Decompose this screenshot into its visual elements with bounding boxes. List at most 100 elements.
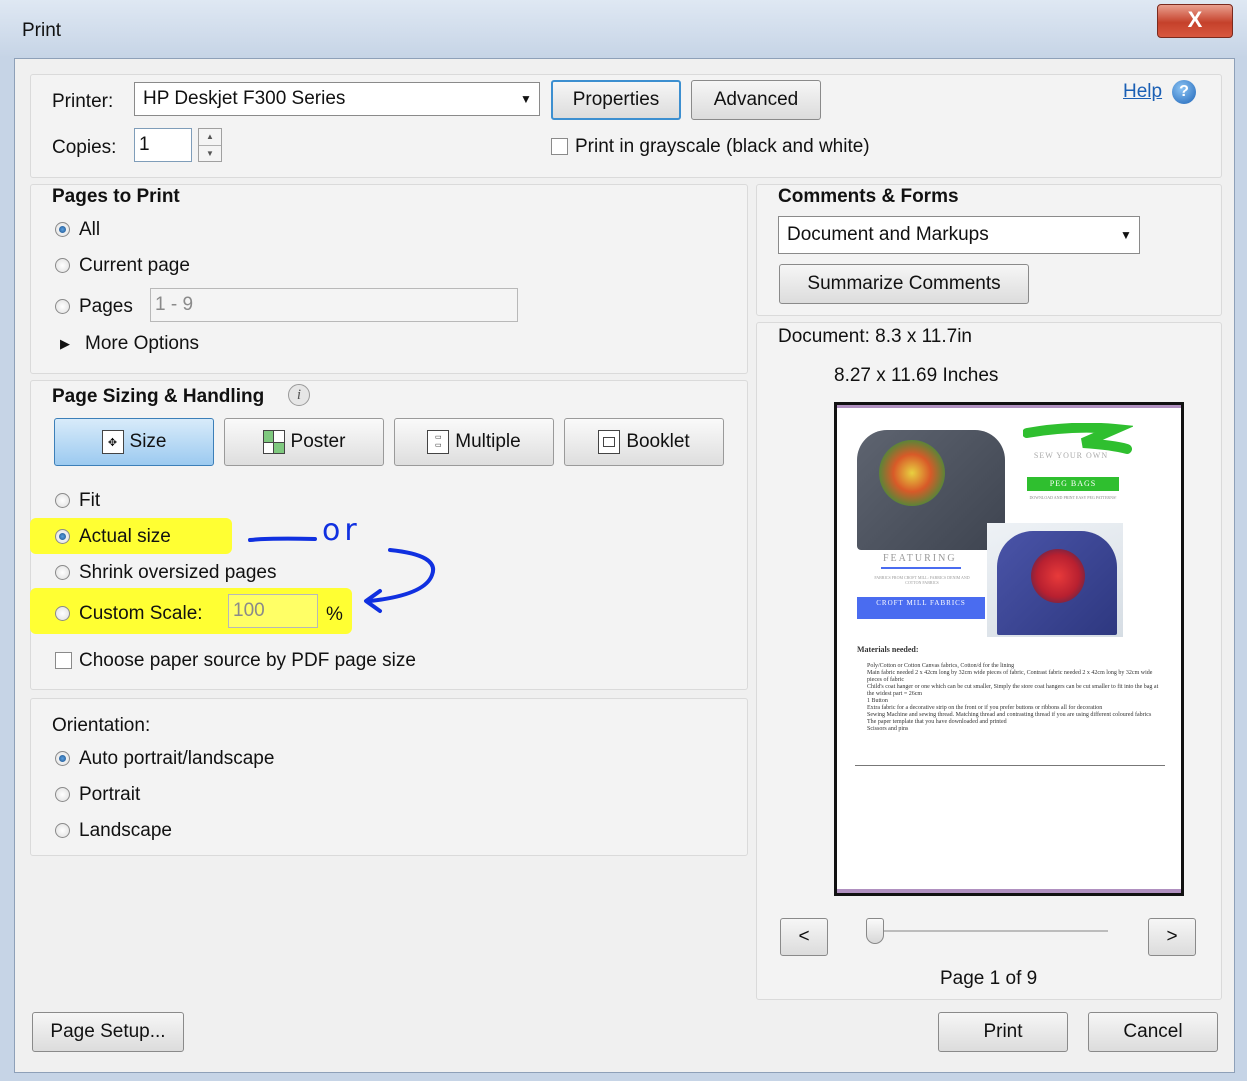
featuring-subtext: FABRICS FROM CROFT MILL: FABRICS DENIM A…: [874, 575, 970, 585]
pages-range-input[interactable]: 1 - 9: [150, 288, 518, 322]
poppy-circle: [1031, 549, 1085, 603]
expand-triangle-icon[interactable]: ▶: [60, 336, 70, 352]
radio-all-label: All: [79, 219, 101, 240]
copies-stepper[interactable]: ▲ ▼: [198, 128, 222, 162]
more-options-toggle[interactable]: More Options: [85, 333, 199, 355]
tab-booklet-label: Booklet: [626, 431, 690, 452]
copies-label: Copies:: [52, 137, 117, 158]
radio-custom-scale[interactable]: [55, 606, 70, 621]
window-frame-left: [0, 58, 14, 1081]
blue-bag-photo: [987, 523, 1123, 637]
list-item: 1 Button: [867, 698, 888, 704]
download-text: DOWNLOAD AND PRINT EASY PEG PATTERNS!: [1029, 495, 1117, 500]
advanced-button[interactable]: Advanced: [691, 80, 821, 120]
annotation-text: or: [322, 513, 361, 548]
title-bar: Print X: [0, 0, 1247, 58]
list-item: Poly/Cotton or Cotton Canvas fabrics, Co…: [867, 663, 1015, 669]
comments-forms-selected: Document and Markups: [787, 224, 989, 245]
preview-top-edge: [837, 405, 1181, 408]
radio-actual-size[interactable]: [55, 529, 70, 544]
tab-poster-label: Poster: [290, 431, 346, 452]
page-slider-thumb[interactable]: [866, 918, 884, 944]
document-size-label: Document: 8.3 x 11.7in: [778, 326, 972, 347]
prev-page-button[interactable]: <: [780, 918, 828, 956]
paper-size-label: 8.27 x 11.69 Inches: [834, 365, 999, 386]
radio-all[interactable]: [55, 222, 70, 237]
radio-portrait[interactable]: [55, 787, 70, 802]
page-slider-track[interactable]: [870, 930, 1108, 932]
croft-mill-banner: CROFT MILL FABRICS: [857, 597, 985, 619]
size-icon: ✥: [101, 430, 124, 454]
properties-button[interactable]: Properties: [551, 80, 681, 120]
grayscale-checkbox[interactable]: [551, 138, 568, 155]
tab-booklet[interactable]: Booklet: [564, 418, 724, 466]
paper-source-checkbox[interactable]: [55, 652, 72, 669]
page-preview: SEW YOUR OWN PEG BAGS DOWNLOAD AND PRINT…: [834, 402, 1184, 896]
chevron-down-icon[interactable]: ▼: [1113, 217, 1139, 253]
radio-shrink[interactable]: [55, 565, 70, 580]
cancel-button[interactable]: Cancel: [1088, 1012, 1218, 1052]
next-page-button[interactable]: >: [1148, 918, 1196, 956]
comments-forms-select[interactable]: Document and Markups ▼: [778, 216, 1140, 254]
chevron-down-icon[interactable]: ▼: [513, 83, 539, 115]
radio-pages-label: Pages: [79, 296, 133, 317]
sew-your-own-text: SEW YOUR OWN: [1033, 451, 1109, 460]
tab-size-label: Size: [129, 431, 167, 452]
green-brush-icon: [1023, 423, 1133, 454]
page-setup-button[interactable]: Page Setup...: [32, 1012, 184, 1052]
preview-bottom-edge: [837, 889, 1181, 893]
poster-icon: [262, 430, 285, 454]
summarize-comments-button[interactable]: Summarize Comments: [779, 264, 1029, 304]
fruit-circle: [879, 440, 945, 506]
featuring-text: FEATURING: [883, 553, 957, 564]
booklet-icon: [598, 430, 621, 454]
printer-select[interactable]: HP Deskjet F300 Series ▼: [134, 82, 540, 116]
window-title: Print: [22, 20, 62, 41]
featuring-underline: [881, 567, 961, 569]
tab-multiple-label: Multiple: [455, 431, 521, 452]
multiple-pages-icon: ▭ ▭: [427, 430, 450, 454]
window-frame-right: [1235, 58, 1247, 1081]
help-icon[interactable]: ?: [1172, 80, 1196, 104]
tab-poster[interactable]: Poster: [224, 418, 384, 466]
list-item: Main fabric needed 2 x 42cm long by 32cm…: [867, 670, 1153, 683]
paper-source-label: Choose paper source by PDF page size: [79, 650, 416, 671]
tab-size[interactable]: ✥ Size: [54, 418, 214, 466]
stepper-down-icon[interactable]: ▼: [199, 146, 221, 162]
grayscale-label: Print in grayscale (black and white): [575, 136, 870, 157]
orientation-title: Orientation:: [52, 715, 151, 736]
copies-input[interactable]: 1: [134, 128, 192, 162]
radio-auto-orientation[interactable]: [55, 751, 70, 766]
blue-bag-image: [997, 531, 1117, 635]
window-frame-bottom: [0, 1073, 1247, 1081]
radio-pages[interactable]: [55, 299, 70, 314]
list-item: Sewing Machine and sewing thread. Matchi…: [867, 712, 1152, 718]
printer-label: Printer:: [52, 91, 114, 112]
radio-current-page[interactable]: [55, 258, 70, 273]
page-sizing-title: Page Sizing & Handling: [52, 386, 265, 407]
help-link[interactable]: Help: [1123, 81, 1162, 103]
radio-current-page-label: Current page: [79, 255, 190, 276]
list-item: Scissors and pins: [867, 726, 909, 732]
printer-selected: HP Deskjet F300 Series: [143, 88, 346, 109]
radio-landscape-label: Landscape: [79, 820, 172, 841]
radio-landscape[interactable]: [55, 823, 70, 838]
stepper-up-icon[interactable]: ▲: [199, 129, 221, 146]
info-icon[interactable]: i: [288, 384, 310, 406]
page-indicator: Page 1 of 9: [940, 968, 1038, 989]
tab-multiple[interactable]: ▭ ▭ Multiple: [394, 418, 554, 466]
pages-to-print-title: Pages to Print: [52, 186, 180, 207]
radio-actual-size-label: Actual size: [79, 526, 171, 547]
print-button[interactable]: Print: [938, 1012, 1068, 1052]
radio-fit[interactable]: [55, 493, 70, 508]
close-button[interactable]: X: [1157, 4, 1233, 38]
materials-title: Materials needed:: [857, 645, 919, 654]
radio-auto-orientation-label: Auto portrait/landscape: [79, 748, 275, 769]
radio-portrait-label: Portrait: [79, 784, 141, 805]
comments-forms-title: Comments & Forms: [778, 186, 959, 207]
radio-fit-label: Fit: [79, 490, 101, 511]
materials-list: Poly/Cotton or Cotton Canvas fabrics, Co…: [867, 663, 1167, 733]
peg-bags-banner: PEG BAGS: [1027, 477, 1119, 491]
radio-custom-scale-label: Custom Scale:: [79, 603, 203, 624]
preview-divider: [855, 765, 1165, 766]
